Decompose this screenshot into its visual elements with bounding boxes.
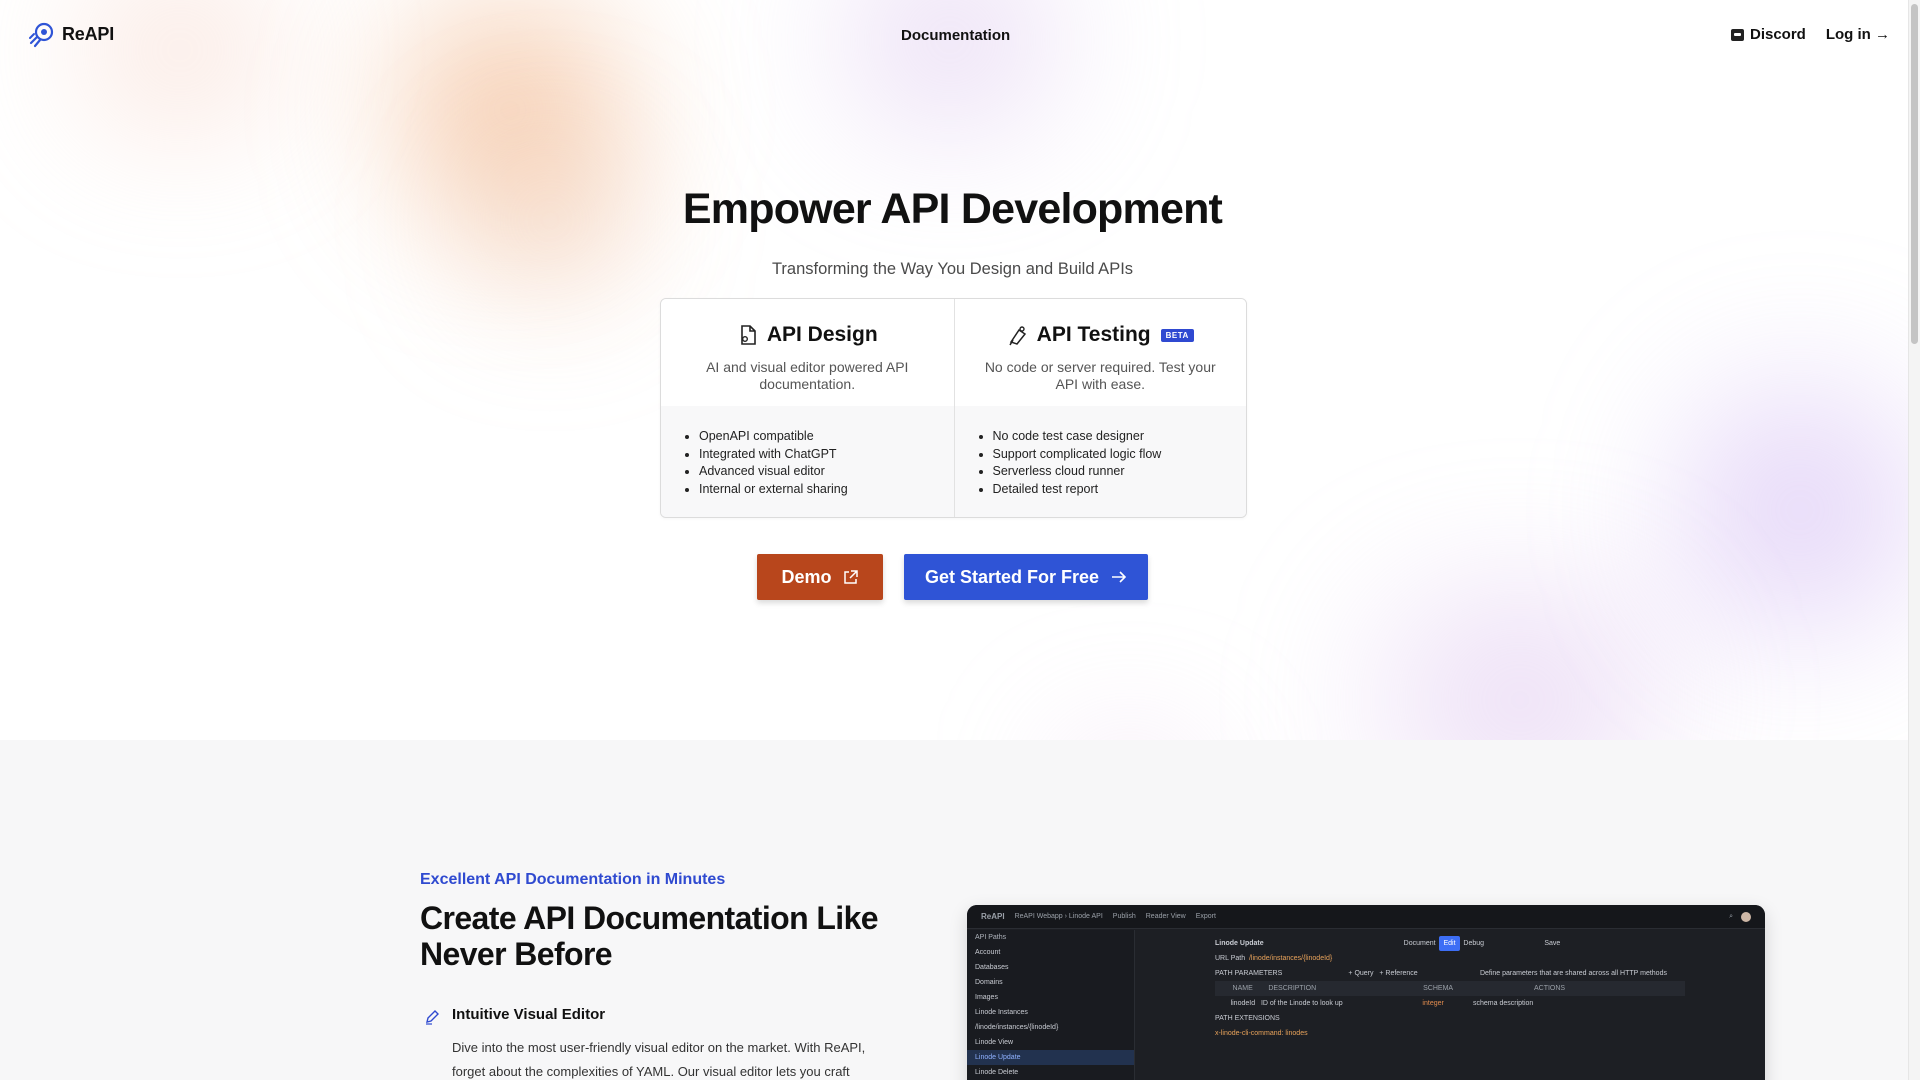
section-title: Create API Documentation Like Never Befo… — [420, 900, 879, 972]
list-item: Integrated with ChatGPT — [699, 446, 954, 464]
mock-brand: ReAPI — [981, 912, 1005, 921]
header-actions: Discord Log in → — [1730, 26, 1890, 43]
document-icon — [741, 325, 756, 345]
mock-sidebar-item: Account — [975, 949, 1001, 956]
arrow-right-icon — [1112, 571, 1127, 583]
mock-tab-edit: Edit — [1439, 936, 1460, 951]
mock-sidebar: API Paths Account Databases Domains Imag… — [967, 930, 1135, 1080]
beta-badge: BETA — [1160, 328, 1194, 342]
mock-main: Linode Update Document Edit Debug Save U… — [1135, 930, 1765, 1080]
site-header: ReAPI Documentation Discord Log in → — [0, 0, 1908, 70]
discord-link[interactable]: Discord — [1730, 26, 1806, 43]
mock-sidebar-item: Linode Update — [967, 1050, 1134, 1065]
mock-query: + Query — [1348, 970, 1374, 977]
card-description: No code or server required. Test your AP… — [984, 359, 1216, 392]
demo-button-label: Demo — [781, 566, 832, 587]
product-cards: API Design AI and visual editor powered … — [660, 298, 1247, 518]
bg-blob — [1640, 300, 1920, 720]
mock-url: /linode/instances/{linodeId} — [1248, 955, 1333, 962]
page-scrollbar[interactable] — [1908, 0, 1920, 1080]
feature-text: Dive into the most user-friendly visual … — [452, 1040, 866, 1079]
mock-topbar: ReAPI ReAPI Webapp › Linode API Publish … — [967, 905, 1765, 929]
mock-col: DESCRIPTION — [1268, 985, 1317, 992]
mock-ext-value: x-linode-cli-command: linodes — [1215, 1030, 1308, 1037]
mock-param-type: integer — [1422, 1000, 1444, 1007]
list-item: Internal or external sharing — [699, 481, 954, 499]
mock-col: ACTIONS — [1533, 985, 1566, 992]
mock-save: Save — [1544, 940, 1561, 947]
mock-param-name: linodeId — [1230, 1000, 1256, 1007]
mock-col: SCHEMA — [1423, 985, 1453, 992]
list-item: Support complicated logic flow — [993, 446, 1247, 464]
discord-label: Discord — [1749, 26, 1806, 43]
list-item: Detailed test report — [993, 481, 1247, 499]
card-api-design[interactable]: API Design AI and visual editor powered … — [661, 299, 954, 517]
nav-documentation-link[interactable]: Documentation — [901, 27, 1010, 44]
avatar — [1741, 911, 1751, 922]
list-item: Serverless cloud runner — [993, 463, 1247, 481]
brand-logo[interactable]: ReAPI — [28, 20, 114, 48]
feature-title: Intuitive Visual Editor — [452, 1006, 606, 1023]
mock-publish: Publish — [1112, 913, 1136, 920]
mock-title: Linode Update — [1215, 940, 1264, 947]
list-item: Advanced visual editor — [699, 463, 954, 481]
mock-sidebar-item: Domains — [975, 979, 1003, 986]
get-started-label: Get Started For Free — [924, 566, 1100, 587]
mock-path-ext: PATH EXTENSIONS — [1215, 1015, 1280, 1022]
mock-param-desc: ID of the Linode to look up — [1260, 1000, 1343, 1007]
mock-sidebar-item: Linode Delete — [975, 1069, 1019, 1076]
external-link-icon — [843, 569, 858, 584]
list-item: OpenAPI compatible — [699, 428, 954, 446]
feature-list: OpenAPI compatible Integrated with ChatG… — [699, 428, 954, 498]
brand-name: ReAPI — [62, 23, 115, 44]
hero-subtitle: Transforming the Way You Design and Buil… — [771, 260, 1134, 278]
list-item: No code test case designer — [993, 428, 1247, 446]
app-screenshot-preview: ReAPI ReAPI Webapp › Linode API Publish … — [967, 905, 1765, 1080]
mock-tab-document: Document — [1403, 940, 1436, 947]
mock-sidebar-item: Images — [975, 994, 998, 1001]
card-title: API Testing — [1036, 323, 1151, 346]
discord-icon — [1730, 28, 1744, 41]
demo-button[interactable]: Demo — [757, 554, 883, 600]
scrollbar-thumb[interactable] — [1911, 4, 1918, 344]
pen-icon — [426, 1010, 439, 1025]
mock-table-header: NAME DESCRIPTION SCHEMA ACTIONS — [1215, 981, 1685, 996]
hero-title: Empower API Development — [682, 185, 1223, 233]
mock-path-params: PATH PARAMETERS — [1215, 970, 1283, 977]
mock-breadcrumb: ReAPI Webapp › Linode API — [1014, 913, 1103, 920]
feature-list: No code test case designer Support compl… — [993, 428, 1247, 498]
mock-reader-view: Reader View — [1145, 913, 1186, 920]
get-started-button[interactable]: Get Started For Free — [904, 554, 1148, 600]
rocket-logo-icon — [29, 22, 54, 48]
mock-reference: + Reference — [1379, 970, 1418, 977]
mock-export: Export — [1195, 913, 1216, 920]
mock-tab-debug: Debug — [1463, 940, 1485, 947]
section-eyebrow: Excellent API Documentation in Minutes — [420, 871, 726, 888]
mock-sidebar-header: API Paths — [975, 934, 1007, 941]
test-icon — [1009, 326, 1026, 346]
card-title: API Design — [766, 323, 878, 346]
mock-sidebar-item: Linode View — [975, 1039, 1014, 1046]
mock-shared-note: Define parameters that are shared across… — [1479, 970, 1667, 977]
mock-param-schema-desc: schema description — [1473, 1000, 1534, 1007]
mock-col: NAME — [1232, 985, 1253, 992]
login-link[interactable]: Log in → — [1826, 26, 1890, 43]
mock-sidebar-item: /linode/instances/{linodeId} — [975, 1024, 1059, 1031]
search-icon: ⌕ — [1729, 912, 1733, 920]
card-description: AI and visual editor powered API documen… — [706, 359, 909, 392]
mock-sidebar-item: Linode Instances — [975, 1009, 1028, 1016]
mock-url-label: URL Path — [1215, 955, 1246, 962]
mock-sidebar-item: Databases — [975, 964, 1009, 971]
card-api-testing[interactable]: API Testing BETA No code or server requi… — [953, 299, 1247, 517]
